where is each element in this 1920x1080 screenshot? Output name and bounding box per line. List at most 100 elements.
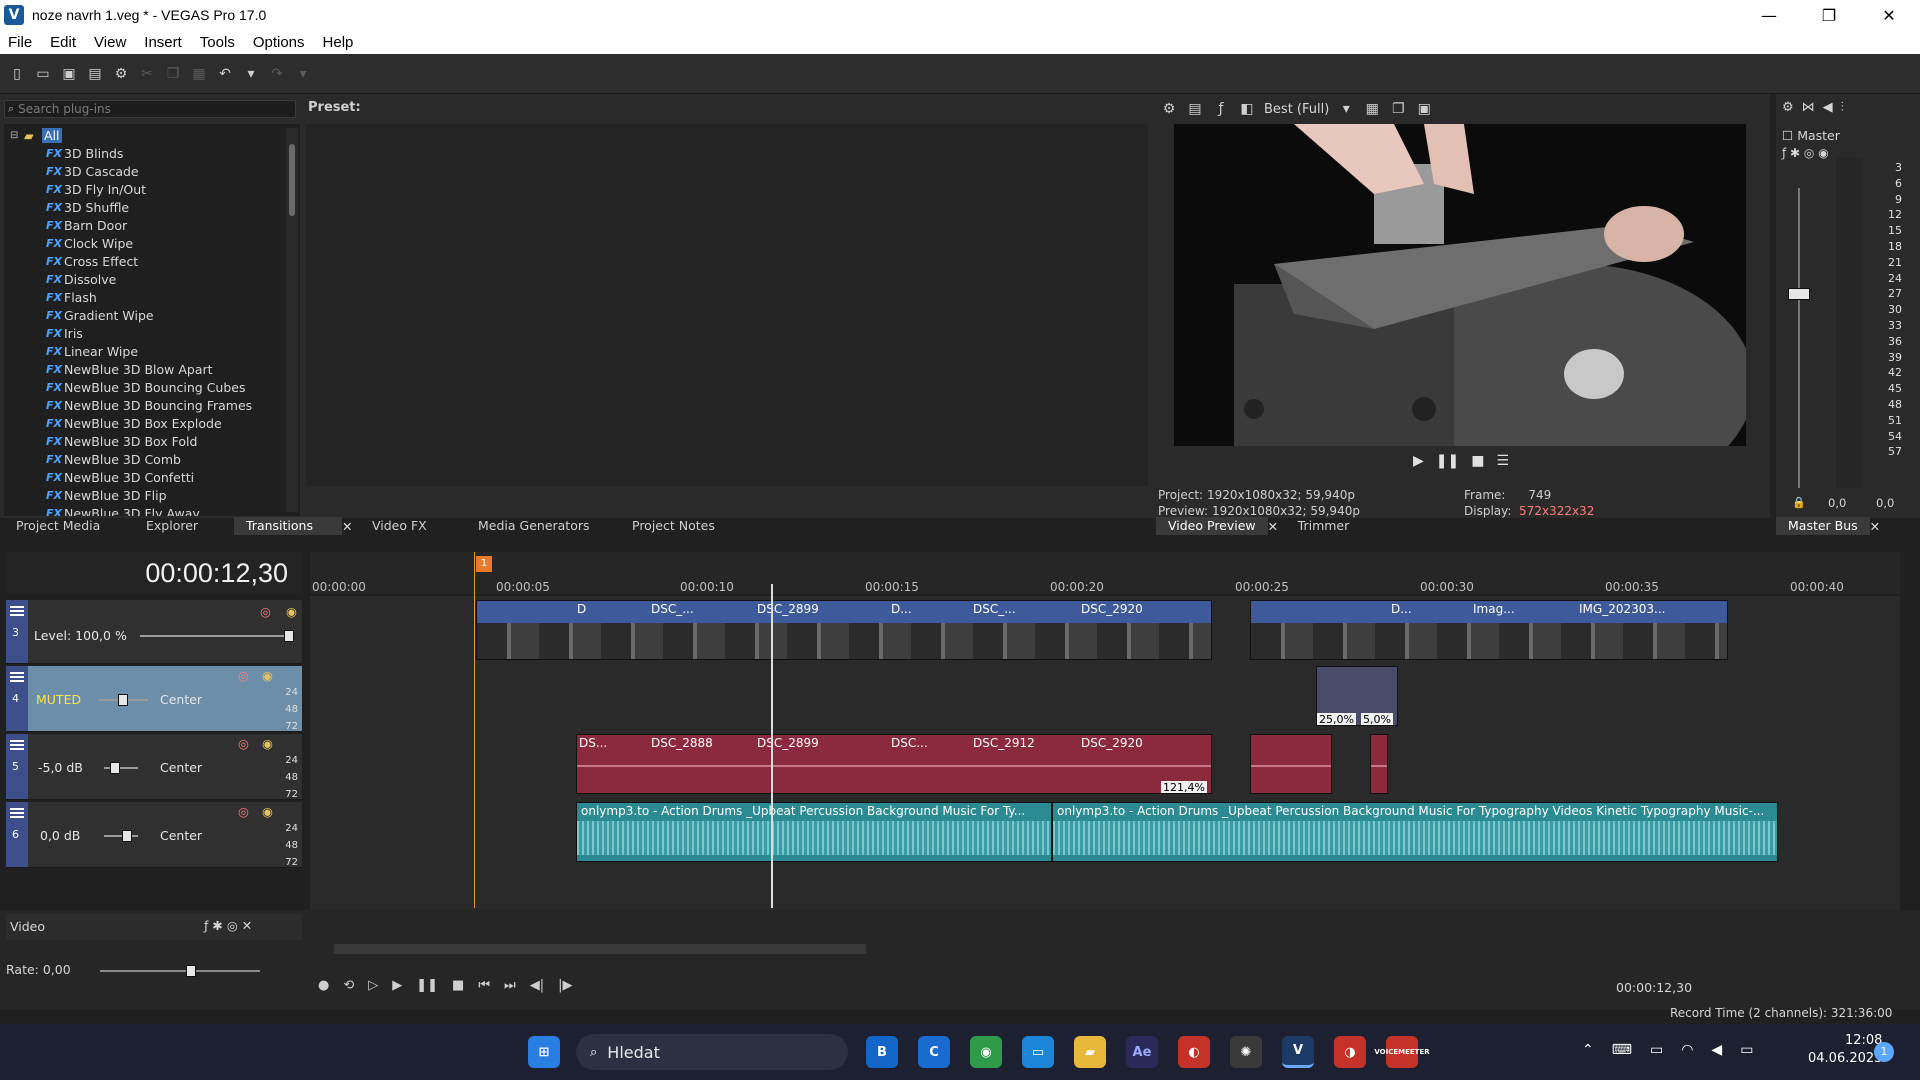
horizontal-scrollbar[interactable] [334, 944, 866, 954]
overlays-grid-icon[interactable]: ▦ [1363, 100, 1381, 118]
track-header-audio[interactable]: 5 -5,0 dB Center 24 48 72 ◎ ◉ [6, 734, 302, 800]
collapse-icon[interactable]: ⊟ [10, 130, 24, 141]
plugin-item[interactable]: FX NewBlue 3D Confetti [46, 468, 194, 486]
plugin-item[interactable]: FX NewBlue 3D Comb [46, 450, 181, 468]
pause-icon[interactable]: ❚❚ [416, 978, 438, 993]
menu-insert[interactable]: Insert [136, 34, 192, 51]
chevron-down-icon[interactable]: ▾ [1337, 100, 1355, 118]
plugin-item[interactable]: FX 3D Cascade [46, 162, 139, 180]
close-button[interactable]: ✕ [1860, 0, 1918, 30]
solo-icon[interactable]: ◉ [262, 736, 273, 751]
plugin-item[interactable]: FX NewBlue 3D Blow Apart [46, 360, 213, 378]
plugin-item[interactable]: FX 3D Shuffle [46, 198, 129, 216]
next-frame-icon[interactable]: |▶ [558, 978, 572, 993]
level-slider-knob[interactable] [284, 630, 294, 642]
voicemeeter-icon[interactable]: VOICEMEETER [1374, 1036, 1430, 1068]
music-clip[interactable]: onlymp3.to - Action Drums _Upbeat Percus… [576, 802, 1052, 862]
timeline-ruler[interactable]: 1 00:00:00 00:00:05 00:00:10 00:00:15 00… [310, 552, 1900, 594]
muted-audio-clip[interactable]: 25,0% 5,0% [1316, 666, 1398, 726]
keyboard-icon[interactable]: ⌨ [1612, 1042, 1632, 1058]
play-icon[interactable]: ▶ [392, 978, 402, 993]
go-to-start-icon[interactable]: ⏮ [478, 978, 490, 993]
plugin-item[interactable]: FX NewBlue 3D Box Fold [46, 432, 197, 450]
film-reel-icon[interactable]: ✺ [1230, 1036, 1262, 1068]
bus-fx-icons[interactable]: ƒ ✱ ◎ ✕ [204, 918, 252, 933]
plugin-item[interactable]: FX 3D Fly In/Out [46, 180, 146, 198]
mute-icon[interactable]: ◎ [238, 804, 249, 819]
plugin-search-input[interactable]: ⌕ Search plug-ins [4, 100, 296, 118]
menu-help[interactable]: Help [315, 34, 364, 51]
plugin-item[interactable]: FX NewBlue 3D Fly Away [46, 504, 200, 517]
file-explorer-icon[interactable]: ▰ [1074, 1036, 1106, 1068]
copy-icon[interactable]: ❐ [164, 65, 182, 83]
plugin-item[interactable]: FX Dissolve [46, 270, 116, 288]
plugin-item[interactable]: FX Clock Wipe [46, 234, 133, 252]
play-icon[interactable]: ▶ [1413, 453, 1424, 469]
app-icon[interactable]: ◐ [1178, 1036, 1210, 1068]
track-number[interactable]: 4 [6, 666, 28, 731]
preview-device-icon[interactable]: ▤ [1186, 100, 1204, 118]
paste-icon[interactable]: ▦ [190, 65, 208, 83]
tab-explorer[interactable]: Explorer [134, 517, 234, 535]
pause-icon[interactable]: ❚❚ [1436, 453, 1459, 469]
solo-icon[interactable]: ◉ [286, 604, 297, 619]
menu-tools[interactable]: Tools [192, 34, 245, 51]
bing-icon[interactable]: B [866, 1036, 898, 1068]
mute-icon[interactable]: ◎ [238, 736, 249, 751]
after-effects-icon[interactable]: Ae [1126, 1036, 1158, 1068]
wifi-icon[interactable]: ◠ [1681, 1042, 1693, 1058]
plugin-item[interactable]: FX NewBlue 3D Bouncing Frames [46, 396, 252, 414]
audio-clip[interactable] [1250, 734, 1332, 794]
battery-icon[interactable]: ▭ [1740, 1042, 1753, 1058]
desktop-icon[interactable]: ▭ [1022, 1036, 1054, 1068]
downmix-icon[interactable]: ⋈ [1802, 100, 1815, 115]
video-fx-icon[interactable]: ƒ [1212, 100, 1230, 118]
video-clip-group[interactable]: D DSC_... DSC_2899 D... DSC_... DSC_2920 [476, 600, 1212, 660]
app-icon[interactable]: ◑ [1334, 1036, 1366, 1068]
tab-trimmer[interactable]: Trimmer [1286, 517, 1362, 535]
close-tab-icon[interactable]: ✕ [1870, 519, 1888, 534]
plugin-item[interactable]: FX Linear Wipe [46, 342, 138, 360]
undo-dropdown-icon[interactable]: ▾ [242, 65, 260, 83]
notification-badge[interactable]: 1 [1874, 1042, 1894, 1062]
preset-area[interactable] [306, 124, 1148, 486]
marker-flag[interactable]: 1 [476, 556, 492, 572]
copy-snapshot-icon[interactable]: ❐ [1389, 100, 1407, 118]
plugin-item[interactable]: FX Cross Effect [46, 252, 138, 270]
playhead-cursor[interactable] [771, 584, 773, 908]
tab-project-media[interactable]: Project Media [4, 517, 134, 535]
close-tab-icon[interactable]: ✕ [1268, 519, 1286, 534]
clock[interactable]: 12:08 04.06.2023 [1808, 1032, 1882, 1068]
open-folder-icon[interactable]: ▭ [34, 65, 52, 83]
plugin-item[interactable]: FX NewBlue 3D Bouncing Cubes [46, 378, 245, 396]
volume-slider-knob[interactable] [110, 762, 120, 774]
go-to-end-icon[interactable]: ⏭ [504, 978, 516, 993]
master-fx-icons[interactable]: ƒ ✱ ◎ ◉ [1782, 146, 1829, 160]
tab-video-preview[interactable]: Video Preview [1156, 517, 1268, 535]
audio-clip[interactable] [1370, 734, 1388, 794]
master-fader-knob[interactable] [1788, 288, 1810, 300]
track-number[interactable]: 6 [6, 802, 28, 867]
maximize-button[interactable]: ❐ [1800, 0, 1858, 30]
settings-gear-icon[interactable]: ⚙ [112, 65, 130, 83]
level-slider[interactable] [140, 635, 290, 637]
tree-root-all[interactable]: ⊟ ▰ All [10, 126, 62, 144]
windows-start-icon[interactable]: ⊞ [528, 1036, 560, 1068]
mute-icon[interactable]: ◎ [260, 604, 271, 619]
stop-icon[interactable]: ■ [452, 978, 464, 993]
plugin-item[interactable]: FX NewBlue 3D Flip [46, 486, 167, 504]
solo-icon[interactable]: ◉ [262, 668, 273, 683]
menu-icon[interactable]: ☰ [1496, 453, 1509, 469]
master-lock-icon[interactable]: 🔒 [1792, 496, 1806, 509]
audio-clip-group[interactable]: DS... DSC_2888 DSC_2899 DSC... DSC_2912 … [576, 734, 1212, 794]
music-clip[interactable]: onlymp3.to - Action Drums _Upbeat Percus… [1052, 802, 1778, 862]
track-menu-icon[interactable] [10, 672, 24, 682]
menu-view[interactable]: View [86, 34, 136, 51]
prev-frame-icon[interactable]: ◀| [530, 978, 544, 993]
save-as-icon[interactable]: ▤ [86, 65, 104, 83]
stop-icon[interactable]: ■ [1471, 453, 1484, 469]
tab-project-notes[interactable]: Project Notes [620, 517, 740, 535]
plugin-item[interactable]: FX 3D Blinds [46, 144, 123, 162]
cut-icon[interactable]: ✂ [138, 65, 156, 83]
volume-icon[interactable]: ◀ [1711, 1042, 1722, 1058]
